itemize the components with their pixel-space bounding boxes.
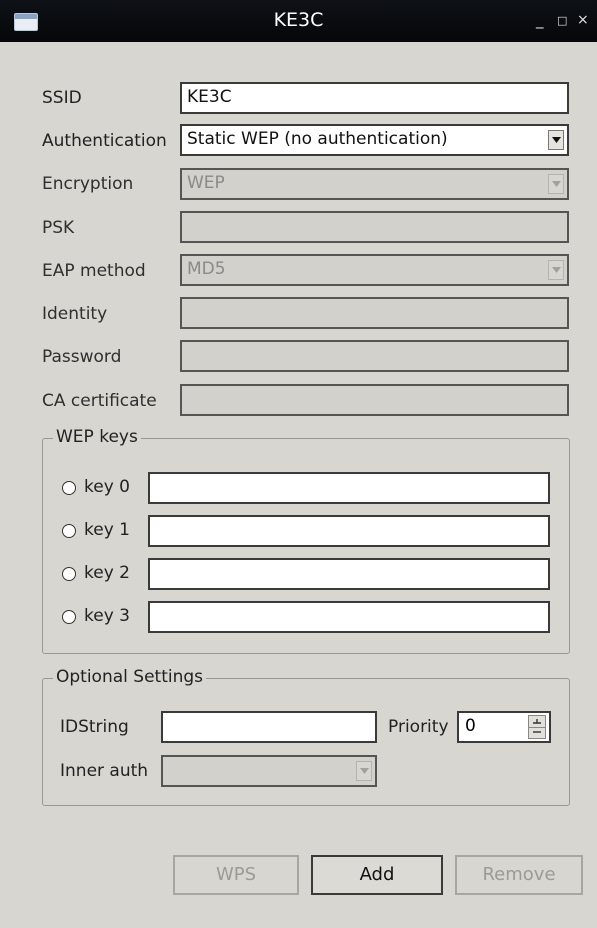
- spin-up-icon[interactable]: [529, 716, 545, 727]
- key-3-radio[interactable]: [62, 610, 76, 624]
- chevron-down-icon: [356, 761, 372, 781]
- key-3-label: key 3: [84, 606, 130, 626]
- priority-label: Priority: [388, 717, 449, 737]
- title-bar[interactable]: KE3C _ □ ×: [0, 0, 597, 42]
- encryption-value: WEP: [187, 173, 225, 193]
- psk-input[interactable]: [180, 211, 569, 243]
- eap-method-value: MD5: [187, 259, 226, 279]
- optional-settings-title: Optional Settings: [53, 667, 207, 687]
- key-1-radio[interactable]: [62, 524, 76, 538]
- window-title: KE3C: [273, 9, 324, 31]
- key-0-radio[interactable]: [62, 481, 76, 495]
- idstring-label: IDString: [60, 717, 129, 737]
- ca-certificate-label: CA certificate: [42, 391, 157, 411]
- key-2-radio[interactable]: [62, 567, 76, 581]
- encryption-select[interactable]: WEP: [180, 168, 569, 200]
- eap-method-select[interactable]: MD5: [180, 254, 569, 286]
- spin-down-icon[interactable]: [529, 727, 545, 738]
- inner-auth-select[interactable]: [161, 755, 377, 787]
- authentication-select[interactable]: Static WEP (no authentication): [180, 124, 569, 156]
- key-0-label: key 0: [84, 477, 130, 497]
- wep-keys-title: WEP keys: [53, 427, 141, 447]
- ssid-label: SSID: [42, 88, 82, 108]
- key-1-label: key 1: [84, 520, 130, 540]
- eap-method-label: EAP method: [42, 261, 146, 281]
- identity-input[interactable]: [180, 297, 569, 329]
- key-1-input[interactable]: [148, 515, 550, 547]
- remove-button[interactable]: Remove: [455, 855, 583, 895]
- network-config-window: KE3C _ □ × SSID KE3C Authentication Stat…: [0, 0, 597, 928]
- authentication-value: Static WEP (no authentication): [187, 129, 448, 149]
- encryption-label: Encryption: [42, 174, 134, 194]
- maximize-button[interactable]: □: [557, 11, 567, 31]
- key-2-label: key 2: [84, 563, 130, 583]
- password-input[interactable]: [180, 340, 569, 372]
- password-label: Password: [42, 347, 122, 367]
- key-2-input[interactable]: [148, 558, 550, 590]
- psk-label: PSK: [42, 218, 75, 238]
- key-3-input[interactable]: [148, 601, 550, 633]
- close-button[interactable]: ×: [577, 10, 589, 30]
- key-0-input[interactable]: [148, 472, 550, 504]
- minimize-button[interactable]: _: [536, 10, 544, 30]
- identity-label: Identity: [42, 304, 108, 324]
- chevron-down-icon: [548, 174, 564, 194]
- chevron-down-icon: [548, 260, 564, 280]
- priority-value: 0: [465, 716, 476, 736]
- inner-auth-label: Inner auth: [60, 761, 149, 781]
- authentication-label: Authentication: [42, 131, 167, 151]
- chevron-down-icon[interactable]: [548, 130, 564, 150]
- priority-spin-buttons[interactable]: [528, 715, 546, 739]
- wps-button[interactable]: WPS: [173, 855, 299, 895]
- priority-spinbox[interactable]: 0: [457, 711, 551, 743]
- ssid-input[interactable]: KE3C: [180, 82, 569, 114]
- add-button[interactable]: Add: [311, 855, 443, 895]
- ca-certificate-input[interactable]: [180, 384, 569, 416]
- idstring-input[interactable]: [161, 711, 377, 743]
